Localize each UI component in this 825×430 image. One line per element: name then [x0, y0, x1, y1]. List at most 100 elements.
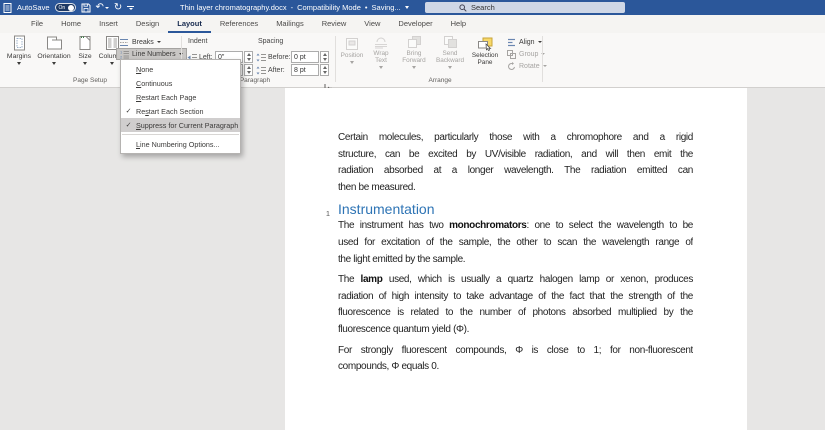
tab-layout[interactable]: Layout: [168, 15, 211, 33]
numbered-lines[interactable]: 1 Instrumentation2The instrument has two …: [326, 200, 693, 430]
redo-icon[interactable]: ↻: [114, 3, 122, 13]
menu-item-label: Restart Each Page: [136, 92, 197, 102]
doc-line-text[interactable]: structure, can be excited by UV/visible …: [338, 147, 693, 164]
doc-line-text[interactable]: radiation absorbed at a longer wavelengt…: [338, 163, 693, 180]
menu-item-continuous[interactable]: Continuous: [121, 76, 240, 90]
spinner-up[interactable]: [246, 66, 251, 69]
orientation-button[interactable]: Orientation: [36, 35, 72, 69]
doc-line-row[interactable]: 12: [338, 400, 693, 417]
menu-item-label: Continuous: [136, 78, 173, 88]
spinner-down[interactable]: [322, 58, 327, 61]
menu-item-suppress-for-current-paragraph[interactable]: ✓ Suppress for Current Paragraph: [121, 118, 240, 132]
word-app-icon[interactable]: [3, 2, 12, 13]
line-numbers-menu: None Continuous Restart Each Page ✓ Restart …: [120, 59, 241, 154]
undo-dropdown-caret[interactable]: [104, 6, 109, 9]
group-separator: [335, 36, 336, 82]
position-icon: [345, 35, 359, 51]
menu-separator: [122, 134, 239, 135]
titlebar: AutoSave On ↶ ↻ Thin layer chromatograph…: [0, 0, 825, 15]
align-button[interactable]: Align: [504, 36, 545, 48]
autosave-toggle[interactable]: On: [54, 3, 76, 12]
breaks-icon: [119, 38, 129, 47]
spacing-before-input[interactable]: 0 pt: [291, 51, 319, 63]
title-dropdown-caret[interactable]: [404, 6, 409, 9]
size-button[interactable]: Size: [74, 35, 96, 69]
position-button: Position: [338, 35, 366, 69]
chevron-down-icon: [537, 41, 542, 43]
doc-heading-row[interactable]: 1 Instrumentation: [326, 200, 693, 218]
spinner-up[interactable]: [246, 53, 251, 56]
doc-line-text[interactable]: Certain molecules, particularly those wi…: [338, 130, 693, 147]
rotate-icon: [507, 61, 516, 71]
orientation-icon: [46, 35, 63, 51]
quick-access-toolbar: AutoSave On ↶ ↻: [0, 2, 135, 13]
svg-text:2: 2: [120, 54, 123, 58]
tab-view[interactable]: View: [355, 15, 389, 33]
save-icon[interactable]: [81, 3, 91, 13]
tab-mailings[interactable]: Mailings: [267, 15, 313, 33]
doc-line-row[interactable]: 13: [338, 421, 693, 430]
spinner-down[interactable]: [246, 58, 251, 61]
search-box[interactable]: Search: [425, 2, 625, 13]
tab-home[interactable]: Home: [52, 15, 90, 33]
page-setup-group-label: Page Setup: [73, 77, 107, 84]
line-numbers-icon: 12: [120, 50, 129, 59]
doc-line-row[interactable]: 5The lamp used, which is usually a quart…: [338, 272, 693, 289]
doc-line-row[interactable]: 8fluorescence quantum yield (Φ).: [338, 322, 693, 339]
menu-item-line-numbering-options[interactable]: Line Numbering Options...: [121, 137, 240, 151]
indent-right-spinner[interactable]: [244, 64, 253, 76]
doc-line-text[interactable]: then be measured.: [338, 180, 693, 197]
size-icon: [78, 35, 92, 51]
wrap-text-button: Wrap Text: [368, 35, 394, 70]
title-bullet: •: [364, 3, 368, 12]
doc-line-row[interactable]: 2The instrument has two monochromators: …: [338, 218, 693, 235]
spacing-before-icon: [256, 53, 266, 62]
line-number: 1: [325, 209, 330, 219]
chevron-down-icon: [110, 62, 114, 65]
menu-item-none[interactable]: None: [121, 62, 240, 76]
menu-item-restart-each-page[interactable]: Restart Each Page: [121, 90, 240, 104]
tab-insert[interactable]: Insert: [90, 15, 127, 33]
group-separator: [542, 36, 543, 82]
spinner-up[interactable]: [322, 53, 327, 56]
spacing-after-spinner[interactable]: [320, 64, 329, 76]
breaks-button[interactable]: Breaks: [116, 36, 164, 48]
checkmark-icon: ✓: [125, 122, 132, 129]
spacing-before-spinner[interactable]: [320, 51, 329, 63]
spinner-down[interactable]: [322, 71, 327, 74]
paragraph-dialog-launcher-icon[interactable]: [324, 78, 332, 91]
spinner-up[interactable]: [322, 66, 327, 69]
tab-review[interactable]: Review: [313, 15, 356, 33]
indent-left-spinner[interactable]: [244, 51, 253, 63]
search-icon: [459, 3, 467, 12]
spinner-down[interactable]: [246, 71, 251, 74]
selection-pane-button[interactable]: Selection Pane: [470, 35, 500, 69]
customize-qat-icon[interactable]: [127, 5, 135, 10]
intro-paragraph[interactable]: Certain molecules, particularly those wi…: [338, 130, 693, 196]
doc-line-row[interactable]: 6radiation of high intensity to take adv…: [338, 289, 693, 306]
tab-developer[interactable]: Developer: [389, 15, 441, 33]
doc-line-row[interactable]: 3used for excitation of the sample, the …: [338, 235, 693, 252]
doc-line-row[interactable]: 9For strongly fluorescent compounds, Φ i…: [338, 343, 693, 360]
doc-line-row[interactable]: 11: [338, 380, 693, 397]
section-heading[interactable]: Instrumentation: [338, 201, 435, 217]
align-icon: [507, 38, 516, 47]
doc-line-row[interactable]: 7fluorescence is related to the number o…: [338, 305, 693, 322]
tab-file[interactable]: File: [22, 15, 52, 33]
wrap-text-icon: [374, 35, 388, 49]
tab-references[interactable]: References: [211, 15, 267, 33]
menu-item-restart-each-section[interactable]: ✓ Restart Each Section: [121, 104, 240, 118]
menu-item-label: None: [136, 64, 154, 74]
chevron-down-icon: [379, 66, 383, 70]
margins-icon: [12, 35, 27, 51]
document-page[interactable]: Certain molecules, particularly those wi…: [285, 88, 747, 430]
doc-line-row[interactable]: 10compounds, Φ equals 0.: [338, 359, 693, 376]
tab-design[interactable]: Design: [127, 15, 168, 33]
margins-button[interactable]: Margins: [4, 35, 34, 69]
doc-line-row[interactable]: 4the light emitted by the sample.: [338, 252, 693, 269]
tab-help[interactable]: Help: [442, 15, 475, 33]
menu-item-label: Suppress for Current Paragraph: [136, 120, 239, 130]
send-backward-button: Send Backward: [433, 35, 467, 70]
undo-icon[interactable]: ↶: [96, 3, 109, 13]
spacing-after-input[interactable]: 8 pt: [291, 64, 319, 76]
